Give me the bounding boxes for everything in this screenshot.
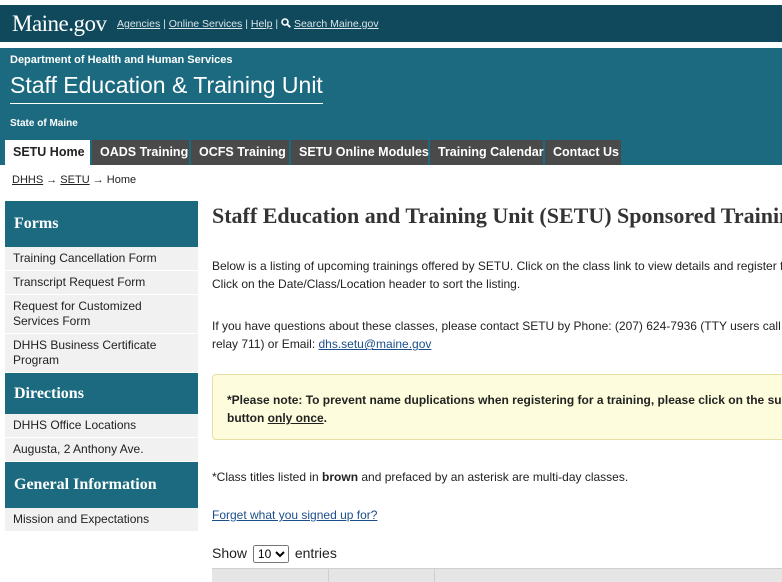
sidebar-item-training-cancellation[interactable]: Training Cancellation Form (5, 247, 198, 271)
sidebar-item-office-locations[interactable]: DHHS Office Locations (5, 414, 198, 438)
duplicate-registration-notice: *Please note: To prevent name duplicatio… (212, 374, 782, 440)
breadcrumb-separator: → (92, 174, 104, 186)
page-title: Staff Education and Training Unit (SETU)… (212, 203, 782, 228)
agency-header: Department of Health and Human Services … (0, 48, 782, 140)
breadcrumb: DHHS → SETU → Home (12, 174, 136, 186)
site-title[interactable]: Staff Education & Training Unit (10, 72, 323, 104)
sidebar-heading-general-info: General Information (5, 462, 198, 508)
tab-contact-us[interactable]: Contact Us (545, 140, 621, 165)
sidebar-item-business-certificate[interactable]: DHHS Business Certificate Program (5, 334, 198, 373)
tab-training-calendar[interactable]: Training Calendar (430, 140, 544, 165)
multi-day-class-note: *Class titles listed in brown and prefac… (212, 468, 628, 486)
contact-text: If you have questions about these classe… (212, 317, 782, 353)
main-content: Staff Education and Training Unit (SETU)… (212, 203, 782, 582)
sidebar-item-mission[interactable]: Mission and Expectations (5, 508, 198, 532)
sidebar: Forms Training Cancellation Form Transcr… (5, 201, 198, 532)
entries-length-control: Show 10 entries (212, 545, 337, 563)
maine-gov-logo[interactable]: Maine.gov (12, 11, 107, 37)
forgot-signup-link[interactable]: Forget what you signed up for? (212, 508, 377, 522)
sidebar-item-transcript-request[interactable]: Transcript Request Form (5, 271, 198, 295)
class-note-prefix: *Class titles listed in (212, 470, 323, 484)
online-services-link[interactable]: Online Services (169, 18, 243, 30)
maine-gov-bar: Maine.gov Agencies | Online Services | H… (0, 5, 782, 42)
show-label: Show (212, 545, 248, 561)
contact-email-link[interactable]: dhs.setu@maine.gov (318, 337, 431, 351)
search-icon (281, 18, 291, 28)
class-note-suffix: and prefaced by an asterisk are multi-da… (358, 470, 629, 484)
department-name: Department of Health and Human Services (10, 54, 233, 66)
table-col-divider (328, 569, 329, 582)
breadcrumb-current: Home (106, 174, 137, 186)
breadcrumb-separator: → (46, 174, 58, 186)
class-note-brown: brown (322, 470, 359, 484)
search-maine-link[interactable]: Search Maine.gov (294, 18, 379, 30)
sidebar-item-augusta[interactable]: Augusta, 2 Anthony Ave. (5, 438, 198, 462)
sidebar-heading-forms: Forms (5, 201, 198, 247)
breadcrumb-dhhs[interactable]: DHHS (12, 174, 43, 186)
tab-setu-online-modules[interactable]: SETU Online Modules (291, 140, 429, 165)
table-col-divider (434, 569, 435, 582)
breadcrumb-setu[interactable]: SETU (60, 174, 89, 186)
training-table-header (212, 568, 782, 582)
forgot-text: Forget what you signed up for? (212, 506, 377, 524)
entries-label: entries (294, 545, 337, 561)
main-nav: SETU Home OADS Training OCFS Training SE… (0, 140, 782, 165)
state-name: State of Maine (10, 118, 78, 129)
intro-text: Below is a listing of upcoming trainings… (212, 257, 782, 293)
contact-line-1: If you have questions about these classe… (212, 319, 782, 333)
gov-links: Agencies | Online Services | Help | Sear… (117, 18, 379, 30)
notice-line-2-prefix: button (227, 411, 268, 425)
tab-setu-home[interactable]: SETU Home (5, 140, 90, 165)
tab-ocfs-training[interactable]: OCFS Training (191, 140, 289, 165)
tab-oads-training[interactable]: OADS Training (92, 140, 189, 165)
entries-select[interactable]: 10 (252, 545, 289, 563)
contact-line-2: relay 711) or Email: (212, 337, 319, 351)
sidebar-item-customized-services[interactable]: Request for Customized Services Form (5, 295, 198, 334)
agencies-link[interactable]: Agencies (117, 18, 160, 30)
notice-line-2-suffix: . (323, 411, 328, 425)
sidebar-heading-directions: Directions (5, 373, 198, 414)
notice-emphasis: only once (267, 411, 324, 425)
help-link[interactable]: Help (251, 18, 273, 30)
notice-line-1: *Please note: To prevent name duplicatio… (227, 393, 782, 407)
intro-line-1: Below is a listing of upcoming trainings… (212, 259, 782, 273)
intro-line-2: Click on the Date/Class/Location header … (212, 277, 521, 291)
